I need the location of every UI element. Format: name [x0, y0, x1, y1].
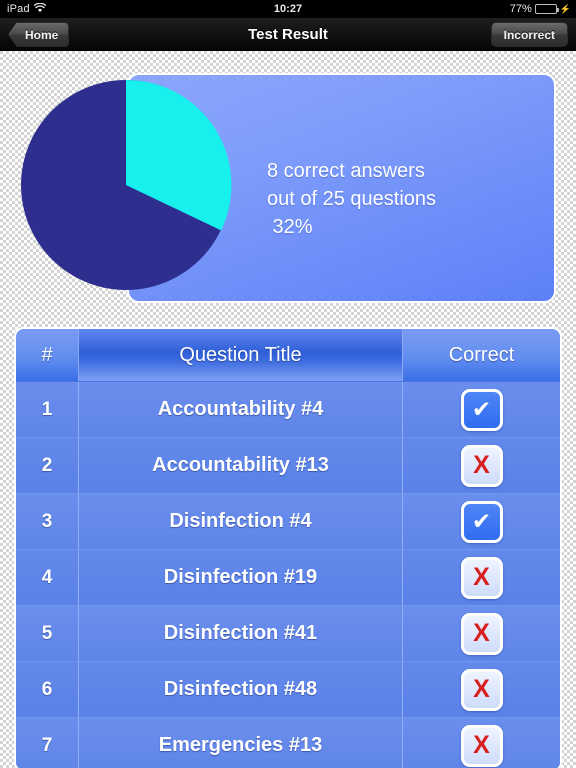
row-correct-cell: X: [403, 662, 560, 717]
check-icon: ✔: [460, 388, 503, 431]
column-header-correct[interactable]: Correct: [403, 329, 560, 381]
pie-chart-svg: [21, 79, 232, 290]
row-question-title: Disinfection #48: [78, 662, 403, 717]
results-table: # Question Title Correct 1 Accountabilit…: [14, 327, 562, 768]
row-question-title: Emergencies #13: [78, 718, 403, 768]
summary-text: 8 correct answers out of 25 questions 32…: [267, 157, 436, 241]
row-number: 5: [41, 622, 53, 644]
table-row[interactable]: 7 Emergencies #13 X: [16, 718, 560, 768]
table-row[interactable]: 1 Accountability #4 ✔: [16, 382, 560, 438]
row-question-title: Disinfection #41: [78, 606, 403, 661]
table-row[interactable]: 6 Disinfection #48 X: [16, 662, 560, 718]
table-row[interactable]: 3 Disinfection #4 ✔: [16, 494, 560, 550]
row-correct-cell: ✔: [403, 382, 560, 437]
row-number: 2: [41, 454, 53, 476]
battery-percent-label: 77%: [509, 3, 532, 15]
lightning-bolt-icon: ⚡: [559, 3, 571, 14]
x-icon: X: [460, 724, 503, 767]
row-correct-cell: ✔: [403, 494, 560, 549]
x-icon: X: [460, 444, 503, 487]
content-area: 8 correct answers out of 25 questions 32…: [0, 51, 576, 768]
row-question-title: Disinfection #19: [78, 550, 403, 605]
navigation-bar: Home Test Result Incorrect: [0, 18, 576, 51]
check-icon: ✔: [460, 500, 503, 543]
incorrect-filter-button-label: Incorrect: [503, 27, 555, 42]
summary-line-3: 32%: [267, 216, 313, 238]
row-number: 7: [41, 734, 53, 756]
column-header-number[interactable]: #: [16, 329, 78, 381]
status-bar-clock: 10:27: [273, 3, 303, 15]
status-bar-right: 77% ⚡: [510, 3, 571, 15]
page-title: Test Result: [248, 26, 328, 43]
row-number: 4: [41, 566, 53, 588]
table-header-row: # Question Title Correct: [16, 329, 560, 382]
battery-cap: [556, 8, 559, 12]
row-correct-cell: X: [403, 606, 560, 661]
row-correct-cell: X: [403, 550, 560, 605]
table-row[interactable]: 4 Disinfection #19 X: [16, 550, 560, 606]
result-pie-chart: [20, 79, 232, 291]
summary-line-2: out of 25 questions: [267, 188, 437, 210]
x-icon: X: [460, 556, 503, 599]
row-number: 6: [41, 678, 53, 700]
column-header-question-title[interactable]: Question Title: [78, 329, 403, 381]
row-question-title: Accountability #4: [78, 382, 403, 437]
incorrect-filter-button[interactable]: Incorrect: [490, 22, 568, 47]
x-icon: X: [460, 612, 503, 655]
battery-icon: [534, 4, 559, 14]
row-correct-cell: X: [403, 438, 560, 493]
row-number: 1: [41, 398, 53, 420]
row-question-title: Disinfection #4: [78, 494, 403, 549]
row-number: 3: [41, 510, 53, 532]
table-row[interactable]: 5 Disinfection #41 X: [16, 606, 560, 662]
table-row[interactable]: 2 Accountability #13 X: [16, 438, 560, 494]
row-question-title: Accountability #13: [78, 438, 403, 493]
x-icon: X: [460, 668, 503, 711]
summary-line-1: 8 correct answers: [267, 160, 425, 182]
status-bar: iPad 10:27 77% ⚡: [0, 0, 576, 18]
row-correct-cell: X: [403, 718, 560, 768]
